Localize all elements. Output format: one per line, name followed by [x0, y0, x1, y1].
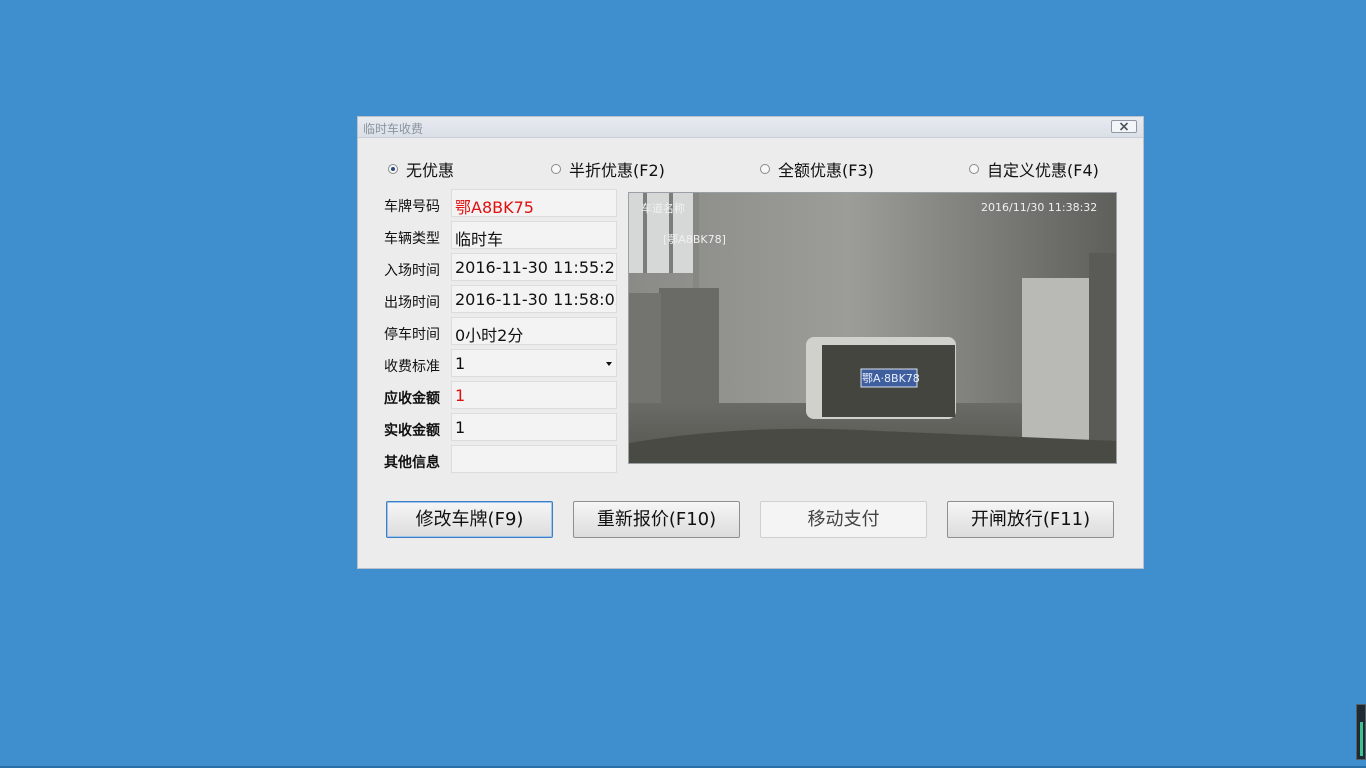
radio-indicator [551, 164, 561, 174]
timestamp-overlay: 2016/11/30 11:38:32 [981, 201, 1098, 214]
lane-name-overlay: 车道名称 [641, 202, 685, 215]
fee-standard-value: 1 [455, 354, 466, 373]
close-button[interactable] [1111, 120, 1137, 133]
exit-time-field[interactable]: 2016-11-30 11:58:02 [451, 285, 617, 313]
plate-on-image: 鄂A·8BK78 [862, 372, 920, 385]
radio-label: 半折优惠(F2) [569, 161, 665, 180]
exit-time-label: 出场时间 [384, 295, 440, 311]
radio-indicator-checked [388, 164, 398, 174]
parking-duration-field[interactable]: 0小时2分 [451, 317, 617, 345]
level-bar-icon [1360, 722, 1363, 756]
vehicle-type-label: 车辆类型 [384, 231, 440, 247]
recognized-plate-overlay: [鄂A8BK78] [663, 233, 726, 246]
entry-time-field[interactable]: 2016-11-30 11:55:21 [451, 253, 617, 281]
window-title: 临时车收费 [363, 122, 424, 136]
radio-label: 自定义优惠(F4) [987, 161, 1099, 180]
camera-snapshot: 车道名称 2016/11/30 11:38:32 [鄂A8BK78] 鄂A·8B… [628, 192, 1117, 464]
tray-level-indicator [1356, 704, 1366, 760]
requote-button[interactable]: 重新报价(F10) [573, 501, 740, 538]
fee-standard-label: 收费标准 [384, 359, 440, 375]
radio-half-discount[interactable]: 半折优惠(F2) [551, 157, 665, 181]
plate-label: 车牌号码 [384, 199, 440, 215]
radio-label: 全额优惠(F3) [778, 161, 874, 180]
amount-received-label: 实收金额 [384, 423, 440, 439]
plate-field[interactable]: 鄂A8BK75 [451, 189, 617, 217]
vehicle-type-field[interactable]: 临时车 [451, 221, 617, 249]
radio-custom-discount[interactable]: 自定义优惠(F4) [969, 157, 1099, 181]
fee-standard-select[interactable]: 1 [451, 349, 617, 377]
open-gate-button[interactable]: 开闸放行(F11) [947, 501, 1114, 538]
radio-indicator [760, 164, 770, 174]
other-info-field[interactable] [451, 445, 617, 473]
parking-duration-label: 停车时间 [384, 327, 440, 343]
temporary-vehicle-charge-dialog: 临时车收费 无优惠 半折优惠(F2) 全额优惠(F3) 自定义优惠(F4) 车牌… [357, 116, 1144, 569]
amount-received-field[interactable]: 1 [451, 413, 617, 441]
radio-full-discount[interactable]: 全额优惠(F3) [760, 157, 874, 181]
amount-due-field[interactable]: 1 [451, 381, 617, 409]
title-bar[interactable]: 临时车收费 [358, 117, 1143, 138]
entry-time-label: 入场时间 [384, 263, 440, 279]
close-icon [1119, 122, 1129, 131]
radio-label: 无优惠 [406, 161, 455, 180]
radio-indicator [969, 164, 979, 174]
chevron-down-icon [606, 362, 612, 366]
edit-plate-button[interactable]: 修改车牌(F9) [386, 501, 553, 538]
other-info-label: 其他信息 [384, 455, 440, 471]
mobile-pay-button[interactable]: 移动支付 [760, 501, 927, 538]
radio-no-discount[interactable]: 无优惠 [388, 157, 454, 181]
amount-due-label: 应收金额 [384, 391, 440, 407]
